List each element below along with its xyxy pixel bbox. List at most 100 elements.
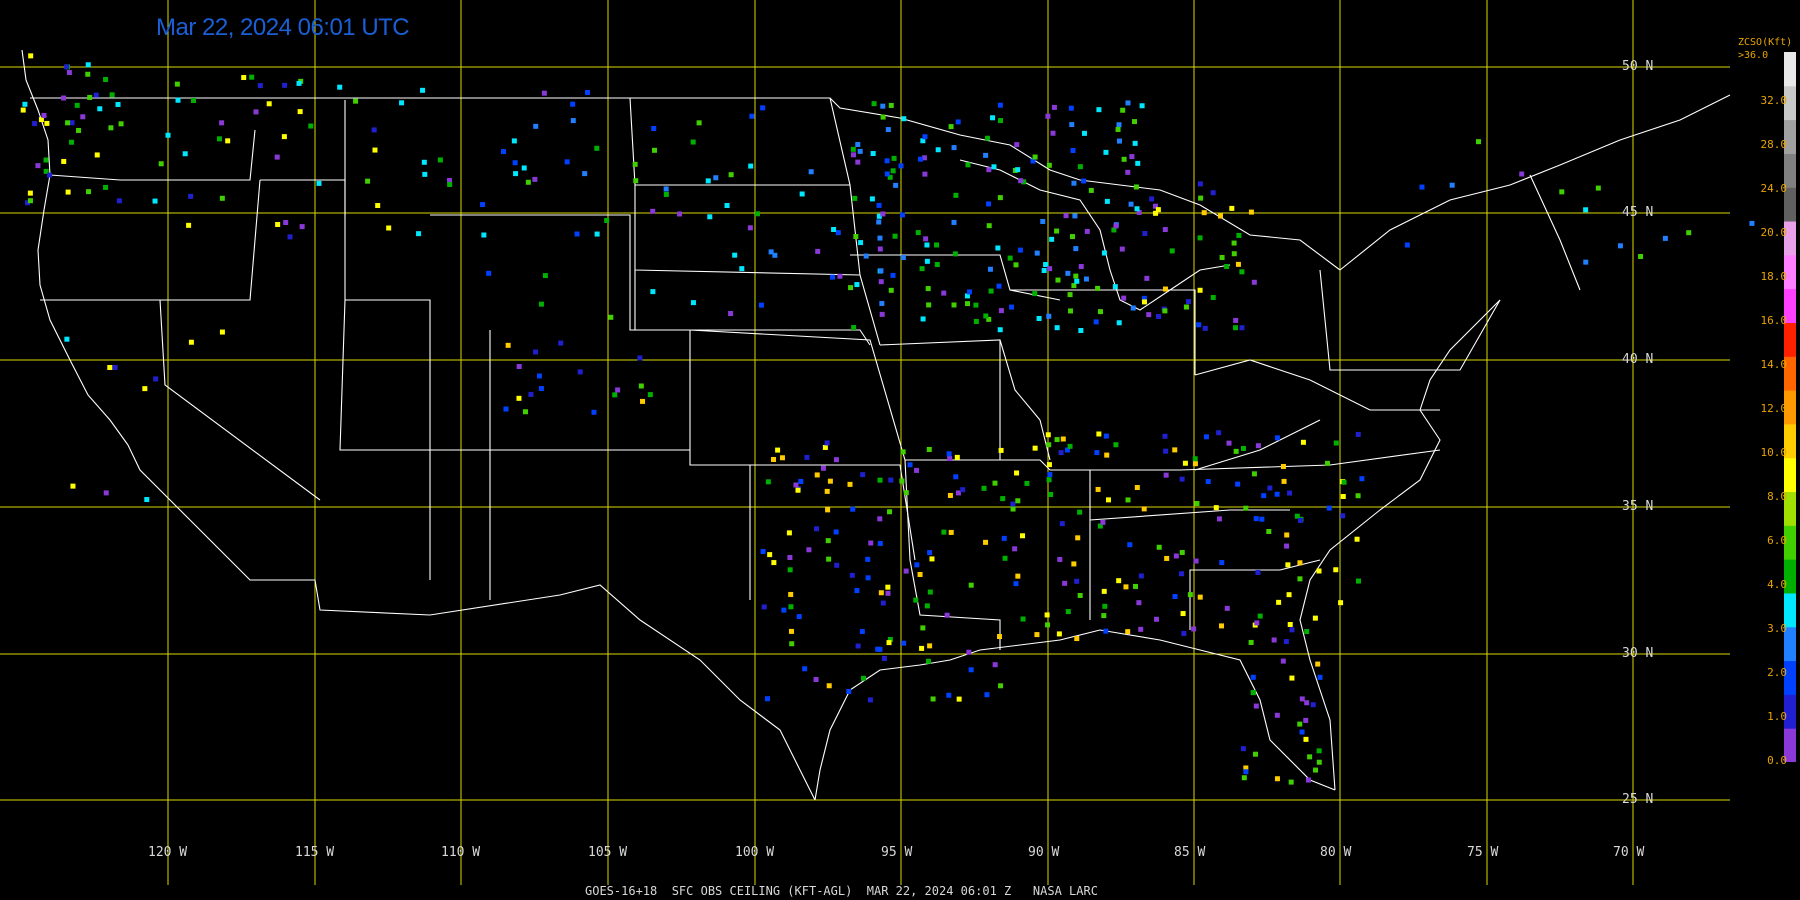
station-dot xyxy=(749,113,755,119)
station-dot xyxy=(296,80,302,86)
station-dot xyxy=(732,252,738,258)
station-dot xyxy=(1078,264,1084,270)
station-dot xyxy=(1333,567,1339,573)
station-dot xyxy=(888,102,894,108)
station-dot xyxy=(1130,305,1136,311)
station-dot xyxy=(935,147,941,153)
station-dot xyxy=(1069,234,1075,240)
station-dot xyxy=(1046,162,1052,168)
station-dot xyxy=(521,165,527,171)
station-dot xyxy=(941,529,947,535)
station-dot xyxy=(806,547,812,553)
station-dot xyxy=(1316,759,1322,765)
station-dot xyxy=(705,178,711,184)
station-dot xyxy=(900,255,906,261)
station-dot xyxy=(965,162,971,168)
station-dot xyxy=(879,300,885,306)
station-dot xyxy=(1113,223,1119,229)
station-dot xyxy=(1266,528,1272,534)
station-dot xyxy=(35,163,41,169)
station-dot xyxy=(787,554,793,560)
station-dot xyxy=(591,409,597,415)
station-dot xyxy=(1198,195,1204,201)
station-dot xyxy=(1009,304,1015,310)
station-dot xyxy=(582,171,588,177)
station-dot xyxy=(1077,509,1083,515)
station-dot xyxy=(1063,213,1069,219)
station-dot xyxy=(880,103,886,109)
station-dot xyxy=(815,248,821,254)
station-dot xyxy=(739,266,745,272)
station-dot xyxy=(1240,445,1246,451)
station-dot xyxy=(437,157,443,163)
station-dot xyxy=(898,163,904,169)
station-dot xyxy=(1326,505,1332,511)
station-dot xyxy=(533,349,539,355)
colorbar-swatch xyxy=(1784,322,1796,357)
station-dot xyxy=(860,675,866,681)
station-dot xyxy=(94,152,100,158)
station-dot xyxy=(1015,498,1021,504)
station-dot xyxy=(1101,588,1107,594)
station-dot xyxy=(371,127,377,133)
station-dot xyxy=(1229,205,1235,211)
station-dot xyxy=(1045,432,1051,438)
colorbar-label: 10.0 xyxy=(1760,446,1788,459)
lat-lon-grid xyxy=(0,0,1730,885)
station-dot xyxy=(501,149,507,155)
station-dot xyxy=(44,120,50,126)
station-dot xyxy=(758,302,764,308)
lon-label: 90 W xyxy=(1028,845,1060,860)
station-dot xyxy=(1219,560,1225,566)
station-dot xyxy=(638,383,644,389)
station-dot xyxy=(1138,573,1144,579)
station-dot xyxy=(1169,248,1175,254)
station-dot xyxy=(899,212,905,218)
station-dot xyxy=(182,151,188,157)
station-dot xyxy=(1081,178,1087,184)
station-dot xyxy=(1129,154,1135,160)
station-dot xyxy=(789,641,795,647)
station-dot xyxy=(824,488,830,494)
station-dot xyxy=(997,102,1003,108)
station-dot xyxy=(650,289,656,295)
station-dot xyxy=(1313,767,1319,773)
station-dot xyxy=(825,538,831,544)
lat-label: 25 N xyxy=(1622,792,1654,807)
station-dot xyxy=(1310,702,1316,708)
station-dot xyxy=(219,329,225,335)
station-dot xyxy=(799,191,805,197)
station-dot xyxy=(480,202,486,208)
station-dot xyxy=(165,132,171,138)
station-dot xyxy=(825,507,831,513)
station-dot xyxy=(1133,184,1139,190)
coastline-east xyxy=(1299,299,1501,791)
station-dot xyxy=(1274,491,1280,497)
station-dot xyxy=(1559,189,1565,195)
station-dot xyxy=(1164,555,1170,561)
station-dot xyxy=(793,482,799,488)
station-dot xyxy=(986,223,992,229)
station-dot xyxy=(891,155,897,161)
station-dot xyxy=(1135,160,1141,166)
station-dot xyxy=(1317,674,1323,680)
colorbar-label: 4.0 xyxy=(1767,578,1787,591)
colorbar-label: 12.0 xyxy=(1760,402,1788,415)
station-dot xyxy=(144,497,150,503)
station-dot xyxy=(822,444,828,450)
station-dot xyxy=(297,109,303,115)
station-dot xyxy=(1032,154,1038,160)
station-dot xyxy=(824,440,830,446)
colorbar-label: 18.0 xyxy=(1760,270,1788,283)
lon-label: 105 W xyxy=(588,845,628,860)
station-dot xyxy=(903,568,909,574)
station-dot xyxy=(1259,516,1265,522)
station-dot xyxy=(900,449,906,455)
station-dot xyxy=(968,582,974,588)
station-dot xyxy=(1116,138,1122,144)
station-dot xyxy=(115,101,121,107)
station-dot xyxy=(503,406,509,412)
station-dot xyxy=(219,120,225,126)
station-dot xyxy=(1197,235,1203,241)
station-dot xyxy=(1224,605,1230,611)
